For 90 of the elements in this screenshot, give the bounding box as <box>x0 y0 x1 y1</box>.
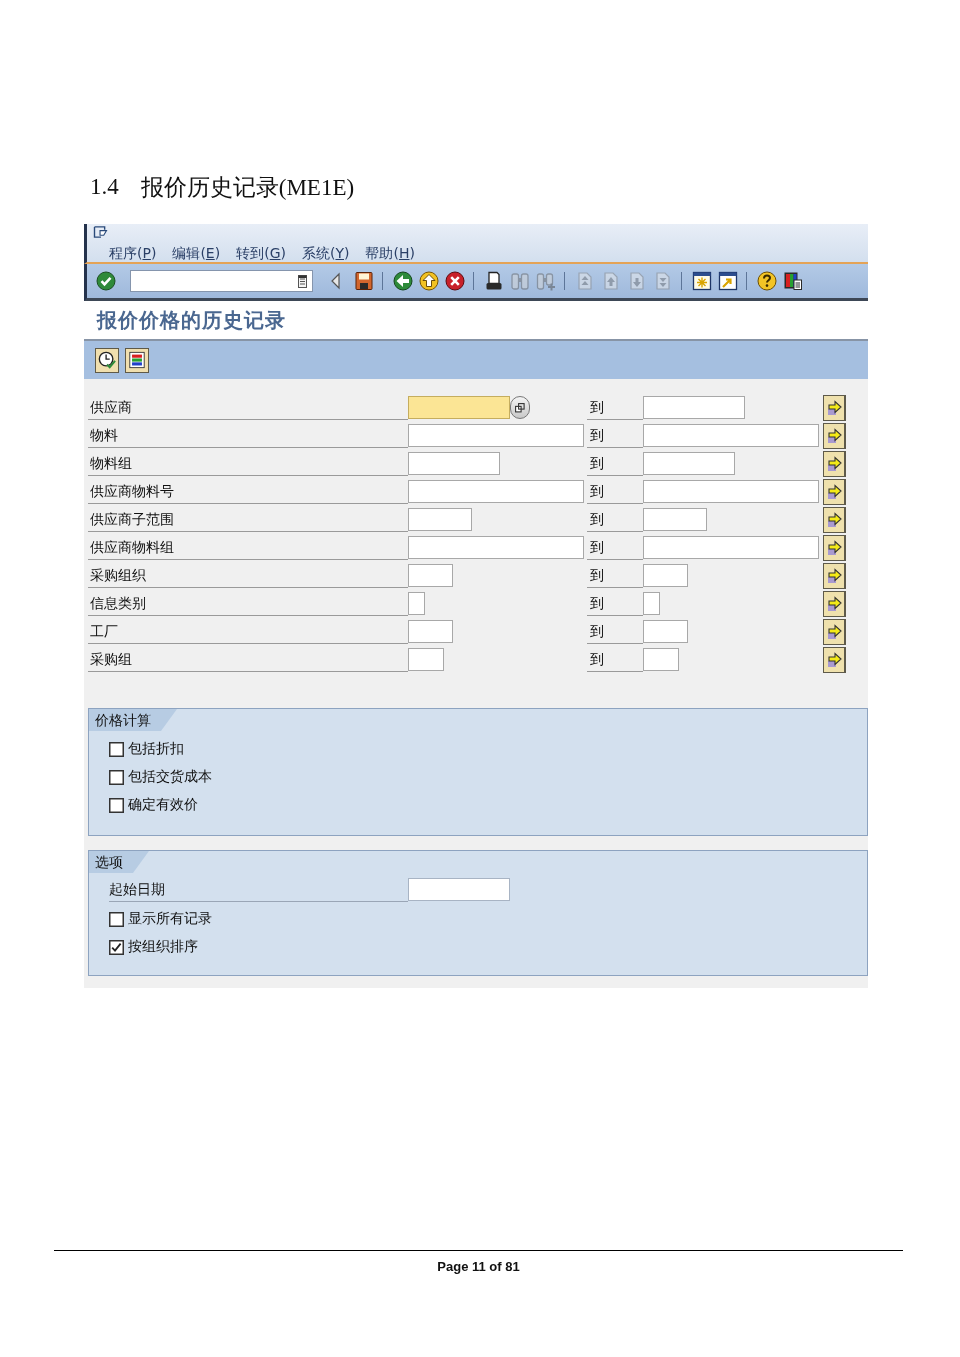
multiple-selection-button[interactable] <box>823 451 846 477</box>
field-label: 物料组 <box>88 451 408 476</box>
help-icon[interactable] <box>757 271 777 291</box>
overlap-squares-icon <box>515 402 525 413</box>
list-icon[interactable] <box>298 274 307 288</box>
date-field[interactable] <box>408 878 510 901</box>
menu-item[interactable]: 系统(Y) <box>302 244 350 262</box>
value-help-button[interactable] <box>510 396 530 419</box>
input-field[interactable] <box>408 620 453 643</box>
arrow-right-icon <box>826 624 842 640</box>
input-field[interactable] <box>643 620 688 643</box>
field-label: 工厂 <box>88 619 408 644</box>
checkbox[interactable] <box>109 741 124 757</box>
checkbox[interactable] <box>109 769 124 785</box>
clock-check-icon <box>98 351 116 369</box>
multiple-selection-button[interactable] <box>823 619 846 645</box>
arrow-right-icon <box>826 596 842 612</box>
checkbox-label: 显示所有记录 <box>128 910 212 928</box>
field-label: 供应商物料组 <box>88 535 408 560</box>
field-label: 信息类别 <box>88 591 408 616</box>
arrow-right-icon <box>826 512 842 528</box>
arrow-right-icon <box>826 568 842 584</box>
input-field[interactable] <box>643 452 735 475</box>
cancel-icon[interactable] <box>445 271 465 291</box>
field-label: 供应商 <box>88 395 408 420</box>
input-field[interactable] <box>408 396 510 419</box>
command-field[interactable] <box>130 270 313 292</box>
checkbox[interactable] <box>109 939 124 955</box>
shortcut-window-icon[interactable] <box>718 271 738 291</box>
multiple-selection-button[interactable] <box>823 395 846 421</box>
execute-button[interactable] <box>95 347 119 373</box>
checkbox[interactable] <box>109 797 124 813</box>
multiple-selection-button[interactable] <box>823 535 846 561</box>
input-field[interactable] <box>408 452 500 475</box>
page-number: Page 11 of 81 <box>437 1259 520 1274</box>
field-label: 起始日期 <box>109 877 408 902</box>
menu-item[interactable]: 编辑(E) <box>172 244 221 262</box>
input-field[interactable] <box>408 592 425 615</box>
layout-button[interactable] <box>125 347 149 373</box>
field-label: 供应商子范围 <box>88 507 408 532</box>
color-layout-icon[interactable] <box>783 271 803 291</box>
arrow-right-icon <box>826 456 842 472</box>
field-label: 物料 <box>88 423 408 448</box>
checkbox-label: 包括交货成本 <box>128 768 212 786</box>
section-number: 1.4 <box>90 174 119 200</box>
triangle-icon[interactable] <box>330 271 340 291</box>
window-menu-icon[interactable] <box>93 226 108 238</box>
input-field[interactable] <box>408 536 584 559</box>
checkbox-label: 包括折扣 <box>128 740 184 758</box>
input-field[interactable] <box>643 508 707 531</box>
menu-item[interactable]: 程序(P) <box>109 244 157 262</box>
color-bars-icon <box>128 351 146 369</box>
group-title: 价格计算 <box>89 709 177 731</box>
screen-title: 报价价格的历史记录 <box>97 306 286 334</box>
multiple-selection-button[interactable] <box>823 479 846 505</box>
group-title: 选项 <box>89 851 149 873</box>
checkbox-label: 确定有效价 <box>128 796 198 814</box>
multiple-selection-button[interactable] <box>823 591 846 617</box>
field-label: 供应商物料号 <box>88 479 408 504</box>
input-field[interactable] <box>643 536 819 559</box>
field-label: 采购组织 <box>88 563 408 588</box>
check-icon[interactable] <box>96 271 116 291</box>
arrow-right-icon <box>826 400 842 416</box>
multiple-selection-button[interactable] <box>823 423 846 449</box>
new-window-icon[interactable] <box>692 271 712 291</box>
input-field[interactable] <box>408 480 584 503</box>
menu-item[interactable]: 帮助(H) <box>365 244 415 262</box>
input-field[interactable] <box>408 564 453 587</box>
multiple-selection-button[interactable] <box>823 647 846 673</box>
field-label: 采购组 <box>88 647 408 672</box>
checkbox-label: 按组织排序 <box>128 938 198 956</box>
section-title: 报价历史记录(ME1E) <box>140 173 355 202</box>
arrow-right-icon <box>826 540 842 556</box>
arrow-right-icon <box>826 428 842 444</box>
multiple-selection-button[interactable] <box>823 563 846 589</box>
checkbox[interactable] <box>109 911 124 927</box>
print-icon[interactable] <box>484 271 504 291</box>
input-field[interactable] <box>408 424 584 447</box>
menu-item[interactable]: 转到(G) <box>236 244 286 262</box>
multiple-selection-button[interactable] <box>823 507 846 533</box>
input-field[interactable] <box>643 592 660 615</box>
input-field[interactable] <box>643 396 745 419</box>
input-field[interactable] <box>643 564 688 587</box>
input-field[interactable] <box>408 508 472 531</box>
input-field[interactable] <box>643 648 679 671</box>
input-field[interactable] <box>643 424 819 447</box>
arrow-right-icon <box>826 652 842 668</box>
input-field[interactable] <box>408 648 444 671</box>
arrow-right-icon <box>826 484 842 500</box>
input-field[interactable] <box>643 480 819 503</box>
